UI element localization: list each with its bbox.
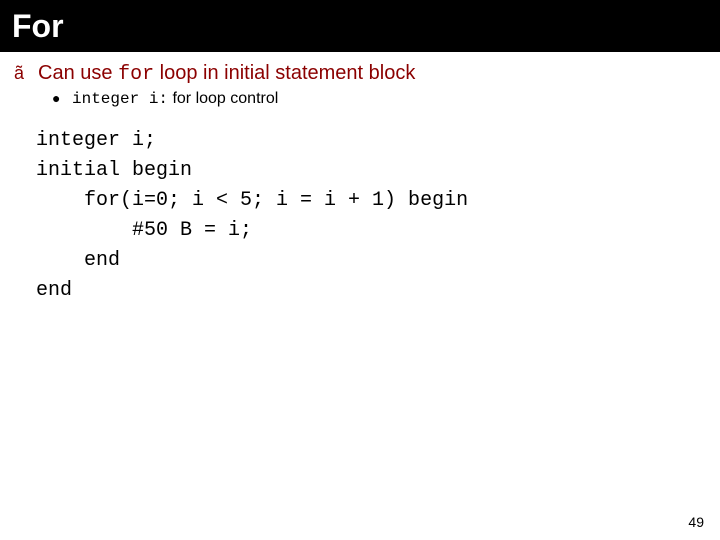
bullet-item: ã Can use for loop in initial statement … [14,62,706,86]
bullet-text: Can use for loop in initial statement bl… [38,62,415,86]
subbullet-text: integer i: for loop control [72,90,278,108]
bullet-text-before: Can use [38,62,118,84]
bullet-code-inline: for [118,63,154,86]
subbullet-text-after: for loop control [168,90,278,107]
bullet-text-after: loop in initial statement block [154,62,415,84]
subbullet-item: ● integer i: for loop control [52,90,706,108]
page-number: 49 [688,514,704,530]
subbullet-code-inline: integer i: [72,90,168,108]
slide-title: For [12,8,64,45]
title-bar: For [0,0,720,52]
code-block: integer i; initial begin for(i=0; i < 5;… [36,126,706,306]
content-area: ã Can use for loop in initial statement … [0,52,720,306]
subbullet-marker-icon: ● [52,91,62,101]
bullet-marker-icon: ã [14,63,28,84]
